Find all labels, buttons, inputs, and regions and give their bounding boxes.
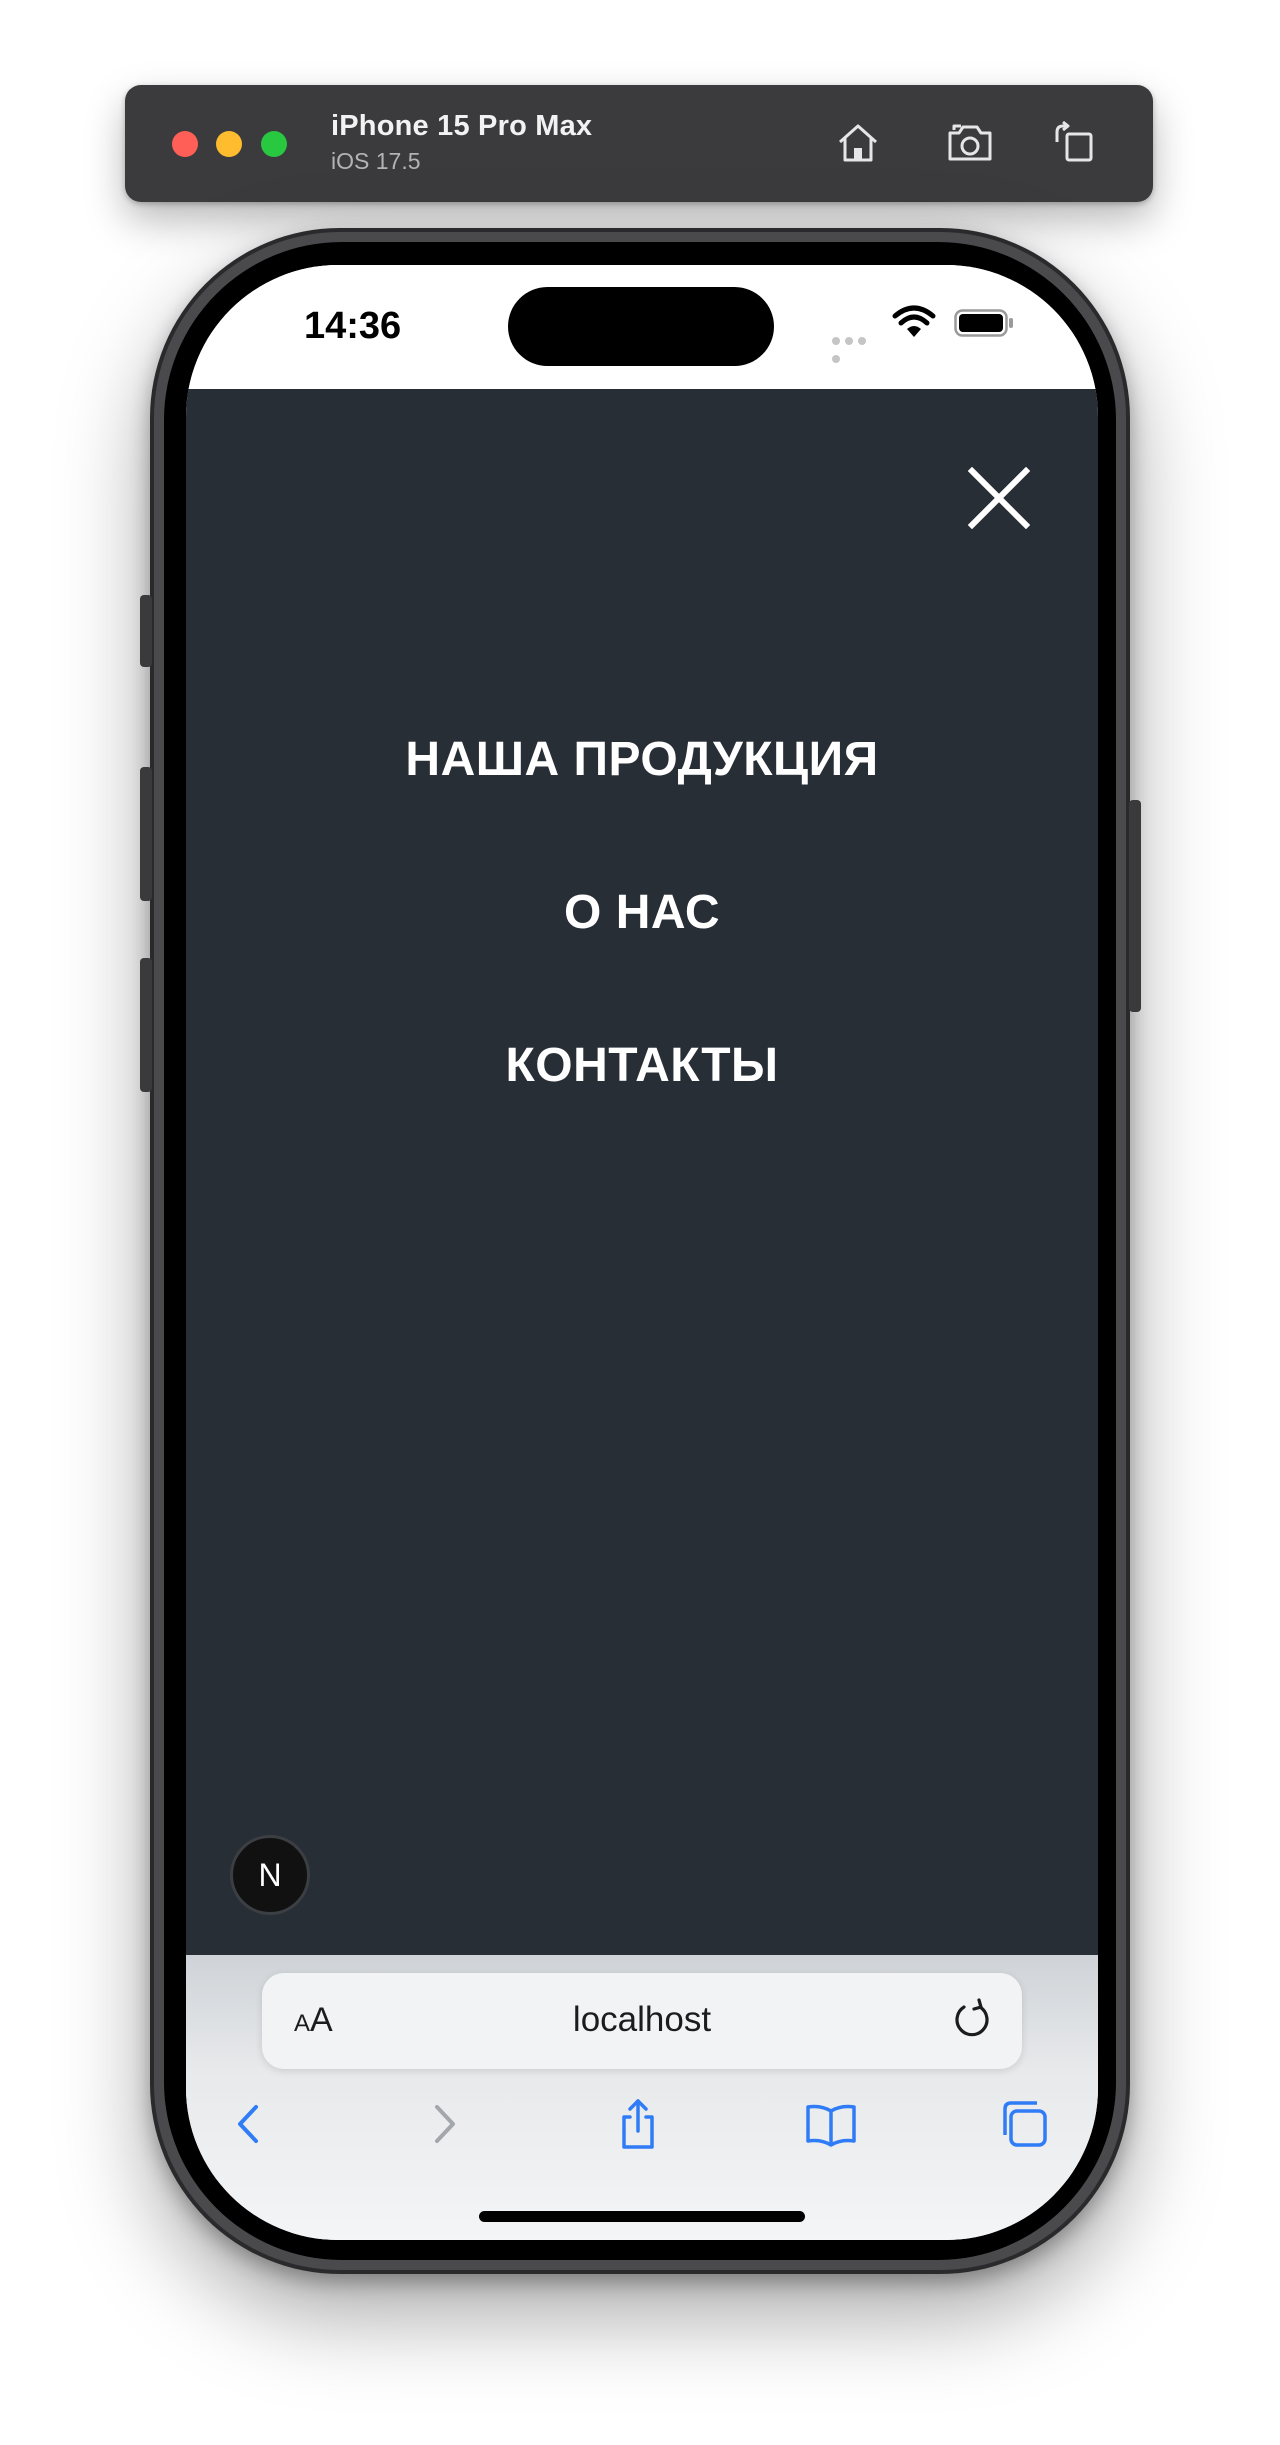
share-icon[interactable] [611,2097,665,2151]
zoom-window-button[interactable] [261,131,287,157]
power-button [1129,800,1141,1012]
reload-icon[interactable] [950,1997,994,2041]
url-text: localhost [572,2000,712,2039]
os-version: iOS 17.5 [331,148,421,174]
wifi-icon [892,305,936,339]
bookmarks-icon[interactable] [804,2097,858,2151]
phone-screen: 14:36 НАША ПРОДУКЦИЯ О НАС КОНТАКТЫ N AA… [186,265,1098,2240]
nextjs-dev-badge[interactable]: N [230,1835,310,1915]
menu-item-about[interactable]: О НАС [186,885,1098,940]
close-window-button[interactable] [172,131,198,157]
menu-item-contacts[interactable]: КОНТАКТЫ [186,1038,1098,1093]
mobile-menu-overlay: НАША ПРОДУКЦИЯ О НАС КОНТАКТЫ N [186,389,1098,1955]
tabs-icon[interactable] [997,2097,1051,2151]
simulator-window: iPhone 15 Pro Max iOS 17.5 14:36 НАША ПР… [0,0,1280,2445]
status-time: 14:36 [304,305,402,347]
volume-down-button [140,958,152,1092]
close-icon[interactable] [967,466,1031,530]
rotate-icon[interactable] [1049,118,1099,168]
back-icon[interactable] [222,2097,276,2151]
device-name: iPhone 15 Pro Max [331,110,593,142]
signal-dots-icon [832,332,882,363]
battery-icon [954,309,1014,337]
home-indicator [479,2211,805,2222]
action-button [140,595,152,667]
safari-toolbar: AA localhost [186,1955,1098,2240]
forward-icon[interactable] [417,2097,471,2151]
menu-item-products[interactable]: НАША ПРОДУКЦИЯ [186,732,1098,787]
screenshot-icon[interactable] [945,118,995,168]
dynamic-island [508,287,774,366]
volume-up-button [140,767,152,901]
address-bar[interactable]: AA localhost [262,1973,1022,2069]
home-icon[interactable] [833,118,883,168]
status-bar: 14:36 [186,265,1098,389]
minimize-window-button[interactable] [216,131,242,157]
